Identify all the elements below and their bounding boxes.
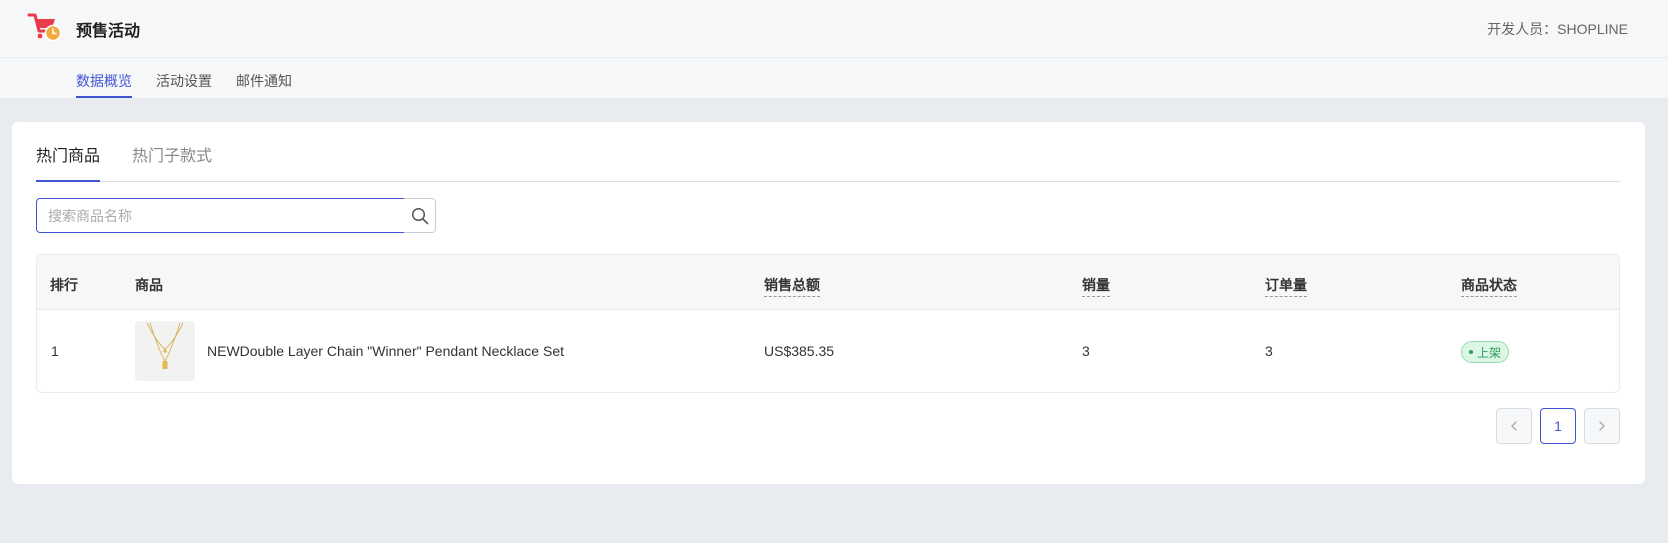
tab-hot-products[interactable]: 热门商品	[36, 142, 101, 182]
chevron-left-icon	[1511, 421, 1517, 431]
content-tabs: 热门商品 热门子款式	[36, 122, 1620, 182]
tab-data-overview[interactable]: 数据概览	[76, 71, 132, 98]
chevron-right-icon	[1599, 421, 1605, 431]
column-product-status[interactable]: 商品状态	[1461, 275, 1517, 297]
necklace-image	[146, 322, 184, 369]
column-product: 商品	[135, 277, 163, 293]
tab-hot-variants[interactable]: 热门子款式	[132, 142, 212, 182]
tab-activity-settings[interactable]: 活动设置	[156, 71, 212, 98]
column-rank: 排行	[50, 277, 78, 293]
order-count-cell: 3	[1265, 343, 1273, 359]
sales-volume-cell: 3	[1082, 343, 1090, 359]
table-row[interactable]: 1 NEWDouble Layer Chain "Winner" Pendant…	[37, 311, 1619, 392]
column-sales-total[interactable]: 销售总额	[764, 275, 820, 297]
shopping-cart-clock-icon	[27, 13, 61, 42]
column-sales-volume[interactable]: 销量	[1082, 275, 1110, 297]
app-title: 预售活动	[76, 23, 141, 40]
developer-label: 开发人员：SHOPLINE	[1487, 21, 1628, 37]
product-thumbnail[interactable]	[135, 321, 195, 381]
search-button[interactable]	[404, 198, 436, 233]
page-number-button[interactable]: 1	[1540, 408, 1576, 444]
status-dot	[1469, 350, 1473, 354]
table-header: 排行 商品 销售总额 销量 订单量 商品状态	[37, 255, 1619, 310]
status-badge: 上架	[1461, 341, 1510, 363]
search-icon	[411, 207, 428, 224]
rank-cell: 1	[51, 343, 59, 359]
next-page-button[interactable]	[1584, 408, 1620, 444]
prev-page-button[interactable]	[1496, 408, 1532, 444]
main-nav: 数据概览 活动设置 邮件通知	[0, 58, 1668, 98]
hot-products-table: 排行 商品 销售总额 销量 订单量 商品状态 1 NEWDouble Layer…	[36, 254, 1620, 393]
status-label: 上架	[1477, 345, 1502, 360]
product-name[interactable]: NEWDouble Layer Chain "Winner" Pendant N…	[207, 343, 564, 359]
search-input[interactable]	[36, 198, 405, 233]
sales-total-cell: US$385.35	[764, 343, 835, 359]
column-order-count[interactable]: 订单量	[1265, 275, 1307, 297]
app-header: 预售活动 开发人员：SHOPLINE	[0, 0, 1668, 58]
tab-email-notification[interactable]: 邮件通知	[236, 71, 292, 98]
hot-products-card: 热门商品 热门子款式 排行 商品 销售总额 销量 订单量 商品状态 1	[12, 122, 1645, 484]
